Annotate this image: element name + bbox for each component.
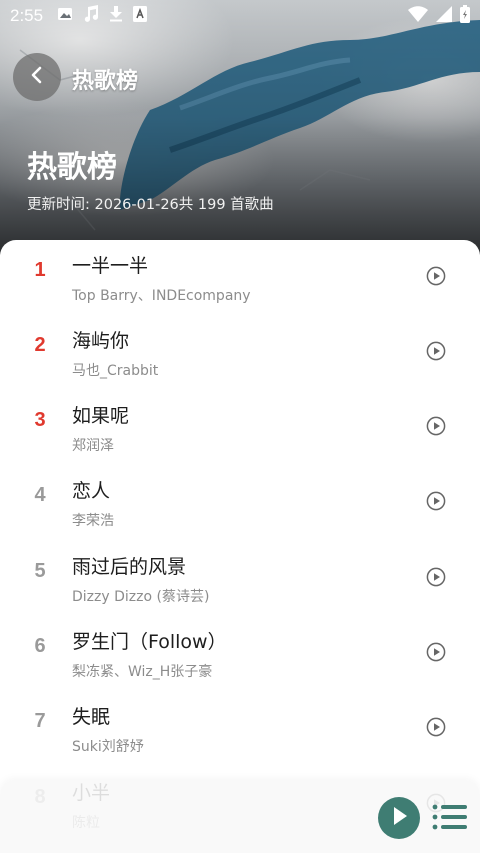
song-row[interactable]: 3 如果呢 郑润泽 <box>0 390 480 465</box>
play-circle-icon[interactable] <box>426 491 446 511</box>
play-circle-icon[interactable] <box>426 642 446 662</box>
song-title: 失眠 <box>72 706 111 728</box>
battery-icon <box>460 5 470 27</box>
update-info: 更新时间: 2026-01-26共 199 首歌曲 <box>27 193 274 214</box>
update-date: 2026-01-26 <box>94 197 179 213</box>
song-artist: Dizzy Dizzo (蔡诗芸) <box>72 589 210 605</box>
song-title: 恋人 <box>72 480 111 502</box>
song-artist: 马也_Crabbit <box>72 363 159 379</box>
song-row[interactable]: 4 恋人 李荣浩 <box>0 465 480 540</box>
song-rank: 7 <box>34 710 46 732</box>
song-rank: 4 <box>34 484 46 506</box>
song-title: 一半一半 <box>72 255 149 277</box>
header-banner <box>0 0 480 262</box>
song-row[interactable]: 6 罗生门（Follow） 梨冻紧、Wiz_H张子豪 <box>0 616 480 691</box>
mini-player-play-button[interactable] <box>378 797 420 839</box>
song-artist: 郑润泽 <box>72 438 114 454</box>
a-badge-icon <box>133 6 148 26</box>
play-circle-icon[interactable] <box>426 266 446 286</box>
header-shade <box>0 0 480 262</box>
chevron-left-icon <box>27 65 47 89</box>
song-row[interactable]: 5 雨过后的风景 Dizzy Dizzo (蔡诗芸) <box>0 541 480 616</box>
status-bar: 2:55 <box>0 0 480 32</box>
song-artist: Suki刘舒妤 <box>72 739 144 755</box>
back-button[interactable] <box>13 53 61 101</box>
song-rank: 2 <box>34 334 46 356</box>
song-rank: 6 <box>34 635 46 657</box>
page-title: 热歌榜 <box>27 150 117 185</box>
play-icon <box>389 805 409 831</box>
song-rank: 1 <box>34 259 46 281</box>
status-time: 2:55 <box>10 6 44 25</box>
playlist-icon[interactable] <box>432 803 468 835</box>
play-circle-icon[interactable] <box>426 341 446 361</box>
song-rank: 3 <box>34 409 46 431</box>
song-artist: 李荣浩 <box>72 513 114 529</box>
song-rank: 5 <box>34 560 46 582</box>
song-title: 如果呢 <box>72 405 130 427</box>
signal-icon <box>436 6 452 26</box>
song-artist: Top Barry、INDEcompany <box>72 288 251 304</box>
music-note-icon <box>83 5 99 27</box>
update-label: 更新时间: <box>27 197 95 213</box>
wifi-icon <box>408 6 428 26</box>
song-row[interactable]: 2 海屿你 马也_Crabbit <box>0 315 480 390</box>
song-count: 共 199 首歌曲 <box>178 197 274 213</box>
play-circle-icon[interactable] <box>426 416 446 436</box>
download-icon <box>109 6 123 26</box>
image-icon <box>57 6 73 26</box>
song-title: 罗生门（Follow） <box>72 631 227 653</box>
song-title: 雨过后的风景 <box>72 556 187 578</box>
song-list[interactable]: 1 一半一半 Top Barry、INDEcompany 2 海屿你 马也_Cr… <box>0 240 480 853</box>
song-row[interactable]: 1 一半一半 Top Barry、INDEcompany <box>0 240 480 315</box>
song-title: 海屿你 <box>72 330 130 352</box>
play-circle-icon[interactable] <box>426 567 446 587</box>
song-row[interactable]: 7 失眠 Suki刘舒妤 <box>0 691 480 766</box>
toolbar-title: 热歌榜 <box>72 69 139 94</box>
play-circle-icon[interactable] <box>426 717 446 737</box>
song-artist: 梨冻紧、Wiz_H张子豪 <box>72 664 213 680</box>
